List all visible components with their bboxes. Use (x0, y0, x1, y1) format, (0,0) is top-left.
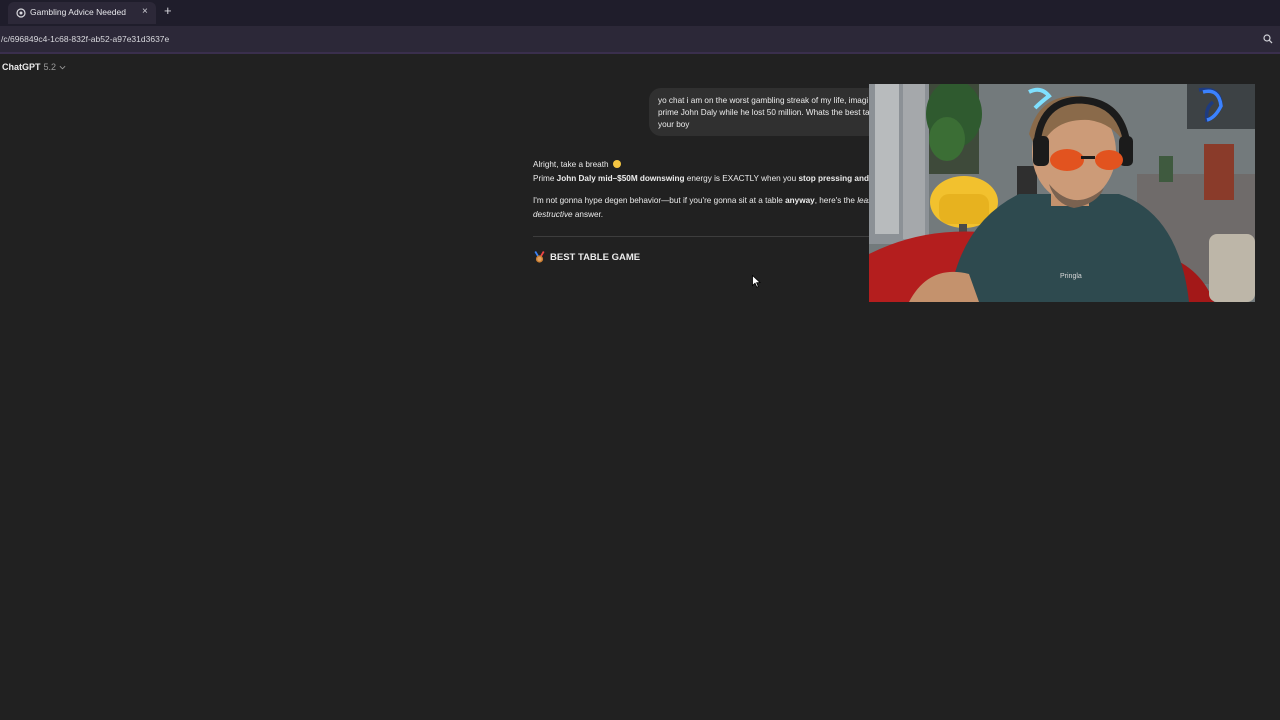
assistant-line-4: destructive answer. (533, 208, 873, 222)
model-picker[interactable]: ChatGPT 5.2 (2, 62, 66, 72)
assistant-text: I'm not gonna hype degen behavior—but if… (533, 196, 786, 205)
address-bar[interactable]: /c/696849c4-1c68-832f-ab52-a97e31d3637e (0, 26, 1280, 54)
model-name: ChatGPT (2, 62, 41, 72)
assistant-text: energy is EXACTLY when you (684, 174, 799, 183)
assistant-text: Alright, take a breath (533, 160, 609, 169)
model-version: 5.2 (43, 62, 57, 72)
tab-close-icon[interactable]: × (142, 6, 148, 17)
assistant-text: answer. (572, 210, 604, 219)
browser-tab[interactable]: Gambling Advice Needed × (8, 2, 156, 24)
assistant-line-2: Prime John Daly mid–$50M downswing energ… (533, 172, 873, 186)
assistant-text: Prime (533, 174, 557, 183)
user-message-line: your boy (658, 120, 690, 129)
tab-title: Gambling Advice Needed (30, 7, 126, 17)
new-tab-icon[interactable]: + (164, 4, 172, 18)
assistant-message: Alright, take a breath Prime John Daly m… (533, 158, 873, 222)
assistant-bold-text: stop pressing and play (798, 174, 873, 183)
assistant-text: , here's the (814, 196, 858, 205)
medal-icon (534, 251, 545, 263)
webcam-feed: Pringla (869, 84, 1255, 302)
assistant-line-1: Alright, take a breath (533, 158, 873, 172)
assistant-bold-text: anyway (785, 196, 815, 205)
webcam-overlay: Pringla (869, 84, 1255, 302)
assistant-italic-text: destructive (533, 210, 573, 219)
section-divider (533, 236, 869, 237)
mouse-cursor-icon (752, 275, 761, 288)
assistant-bold-text: John Daly mid–$50M downswing (556, 174, 685, 183)
chatgpt-favicon-icon (16, 8, 26, 18)
smile-emoji-icon (612, 160, 621, 168)
shirt-text: Pringla (1060, 273, 1082, 280)
user-message-text: yo chat i am on the worst gambling strea… (658, 95, 898, 131)
user-message-line: prime John Daly while he lost 50 million… (658, 108, 875, 117)
section-title: BEST TABLE GAME (550, 251, 641, 263)
tab-strip: Gambling Advice Needed × + (0, 0, 1280, 26)
url-text[interactable]: /c/696849c4-1c68-832f-ab52-a97e31d3637e (1, 34, 169, 44)
user-message-line: yo chat i am on the worst gambling strea… (658, 96, 869, 105)
section-heading: BEST TABLE GAME (534, 251, 640, 263)
zoom-icon[interactable] (1263, 34, 1273, 44)
chevron-down-icon (59, 65, 66, 69)
assistant-line-3: I'm not gonna hype degen behavior—but if… (533, 194, 873, 208)
